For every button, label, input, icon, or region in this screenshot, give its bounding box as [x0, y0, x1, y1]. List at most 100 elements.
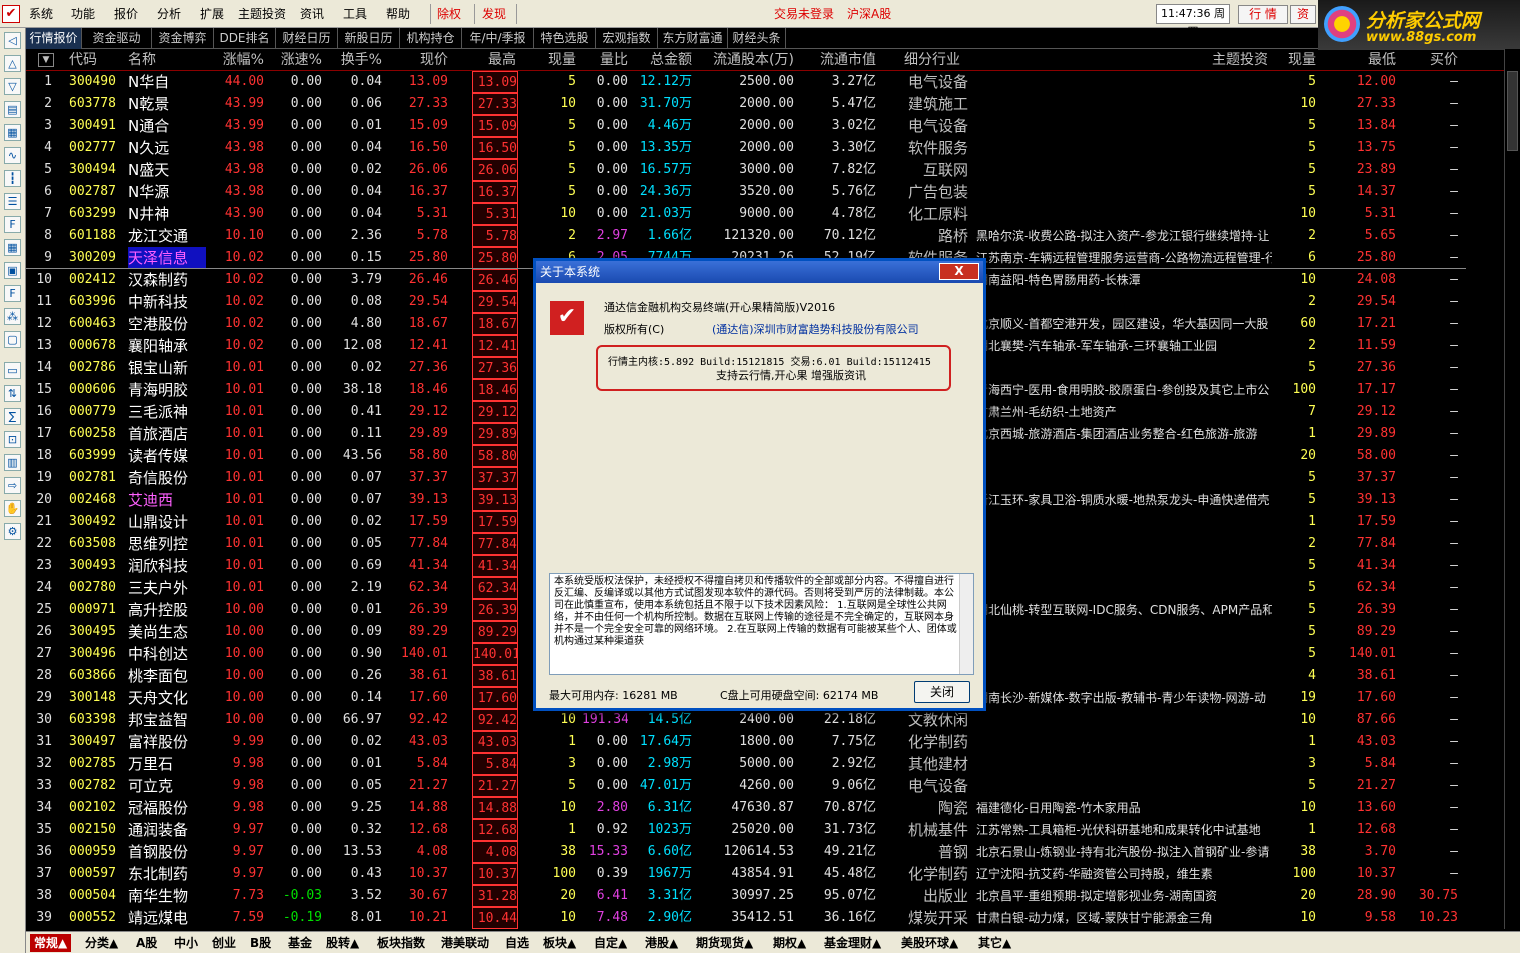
menu-discover[interactable]: 发现 — [482, 0, 506, 28]
bottom-tab[interactable]: 板块▲ — [539, 934, 580, 952]
bottom-tab[interactable]: 自定▲ — [590, 934, 631, 952]
col-volume[interactable]: 现量 — [526, 49, 576, 71]
bottom-tab[interactable]: 期权▲ — [769, 934, 810, 952]
table-row[interactable]: 32 002785 万里石 9.98 0.00 0.01 5.84 5.84 3 0.00 2.98… — [26, 753, 1506, 775]
col-float-shares[interactable]: 流通股本(万) — [698, 49, 794, 71]
arrow-left-icon[interactable]: ◁ — [4, 32, 21, 49]
table-row[interactable]: 4 002777 N久远 43.98 0.00 0.04 16.50 16.50 5 0.00 13… — [26, 137, 1506, 159]
bottom-tab[interactable]: 创业 — [208, 934, 240, 952]
info-button[interactable]: 资 — [1290, 5, 1316, 24]
license-scrollbar[interactable] — [959, 574, 973, 674]
col-low[interactable]: 最低 — [1336, 49, 1396, 71]
gear-icon[interactable]: ⚙ — [4, 523, 21, 540]
col-float-mktcap[interactable]: 流通市值 — [800, 49, 876, 71]
app-logo-icon[interactable]: ✔ — [2, 5, 20, 23]
tab-inst-holdings[interactable]: 机构持仓 — [400, 28, 462, 49]
tab-reports[interactable]: 年/中/季报 — [462, 28, 534, 49]
list-icon[interactable]: ☰ — [4, 193, 21, 210]
line-chart-icon[interactable]: ∿ — [4, 147, 21, 164]
menu-function[interactable]: 功能 — [71, 0, 95, 28]
tab-fund-game[interactable]: 资金博弈 — [152, 28, 214, 49]
arrow-down-icon[interactable]: ▽ — [4, 78, 21, 95]
menu-system[interactable]: 系统 — [29, 0, 53, 28]
table-row[interactable]: 30 603398 邦宝益智 10.00 0.00 66.97 92.42 92.42 10 19… — [26, 709, 1506, 731]
grid-icon[interactable]: ▦ — [4, 239, 21, 256]
tab-fin-calendar[interactable]: 财经日历 — [276, 28, 338, 49]
sort-icon[interactable]: ⇅ — [4, 385, 21, 402]
bottom-tab[interactable]: 基金理财▲ — [820, 934, 885, 952]
quote-button[interactable]: 行 情 — [1238, 5, 1288, 24]
calendar-icon[interactable]: ▥ — [4, 454, 21, 471]
bottom-tab[interactable]: 港股▲ — [641, 934, 682, 952]
col-turnover[interactable]: 换手% — [326, 49, 382, 71]
index-icon[interactable]: ⁂ — [4, 308, 21, 325]
bottom-tab[interactable]: 板块指数 — [373, 934, 429, 952]
bottom-tab[interactable]: 股转▲ — [322, 934, 363, 952]
table-row[interactable]: 6 002787 N华源 43.98 0.00 0.04 16.37 16.37 5 0.00 24… — [26, 181, 1506, 203]
menu-analysis[interactable]: 分析 — [157, 0, 181, 28]
table-row[interactable]: 5 300494 N盛天 43.98 0.00 0.02 26.06 26.06 5 0.00 16… — [26, 159, 1506, 181]
table-row[interactable]: 7 603299 N井神 43.90 0.00 0.04 5.31 5.31 10 0.00 21.… — [26, 203, 1506, 225]
tab-headlines[interactable]: 财经头条 — [728, 28, 786, 49]
bottom-tab[interactable]: 港美联动 — [437, 934, 493, 952]
bottom-tab[interactable]: 中小 — [170, 934, 202, 952]
col-theme[interactable]: 主题投资 — [1176, 49, 1268, 71]
col-code[interactable]: 代码 — [69, 49, 97, 71]
menu-tools[interactable]: 工具 — [343, 0, 367, 28]
bottom-tab[interactable]: 美股环球▲ — [897, 934, 962, 952]
col-curvol[interactable]: 现量 — [1276, 49, 1316, 71]
bottom-tab[interactable]: 常规▲ — [30, 934, 72, 952]
col-bid[interactable]: 买价 — [1406, 49, 1458, 71]
tab-ipo-calendar[interactable]: 新股日历 — [338, 28, 400, 49]
col-name[interactable]: 名称 — [128, 49, 156, 71]
menu-theme[interactable]: 主题投资 — [238, 0, 286, 28]
table-row[interactable]: 39 000552 靖远煤电 7.59 -0.19 8.01 10.21 10.44 10 7.4… — [26, 907, 1506, 929]
select-icon[interactable]: ⊡ — [4, 431, 21, 448]
column-menu-icon[interactable]: ▼ — [38, 53, 54, 67]
dialog-close-button[interactable]: X — [939, 263, 979, 280]
folder-icon[interactable]: ▭ — [4, 362, 21, 379]
close-button[interactable]: 关闭 — [914, 681, 970, 703]
bottom-tab[interactable]: 自选 — [501, 934, 533, 952]
tab-macro[interactable]: 宏观指数 — [596, 28, 658, 49]
vertical-scrollbar[interactable] — [1504, 49, 1520, 929]
table-row[interactable]: 3 300491 N通合 43.99 0.00 0.01 15.09 15.09 5 0.00 4.… — [26, 115, 1506, 137]
scrollbar-thumb[interactable] — [1507, 71, 1518, 151]
table-icon[interactable]: ▦ — [4, 124, 21, 141]
bottom-tab[interactable]: 基金 — [284, 934, 316, 952]
license-textbox[interactable]: 本系统受版权法保护，未经授权不得擅自拷贝和传播软件的全部或部分内容。不得擅自进行… — [549, 573, 974, 675]
col-high[interactable]: 最高 — [456, 49, 516, 71]
export-icon[interactable]: ⇨ — [4, 477, 21, 494]
table-row[interactable]: 1 300490 N华自 44.00 0.00 0.04 13.09 13.09 5 0.00 12… — [26, 71, 1506, 93]
tab-quotes[interactable]: 行情报价 — [26, 28, 82, 49]
hand-icon[interactable]: ✋ — [4, 500, 21, 517]
arrow-up-icon[interactable]: △ — [4, 55, 21, 72]
table-row[interactable]: 36 000959 首钢股份 9.97 0.00 13.53 4.08 4.08 38 15.33… — [26, 841, 1506, 863]
panel-icon[interactable]: ▣ — [4, 262, 21, 279]
kline-icon[interactable]: ┇ — [4, 170, 21, 187]
tab-dde[interactable]: DDE排名 — [214, 28, 276, 49]
menu-news[interactable]: 资讯 — [300, 0, 324, 28]
trade-status[interactable]: 交易未登录 — [774, 0, 834, 28]
bottom-tab[interactable]: B股 — [246, 934, 275, 952]
f10-icon[interactable]: F — [4, 216, 21, 233]
market-selector[interactable]: 沪深A股 — [847, 0, 891, 28]
bottom-tab[interactable]: 分类▲ — [81, 934, 122, 952]
formula-icon[interactable]: ∑ — [4, 408, 21, 425]
tab-feature-picks[interactable]: 特色选股 — [534, 28, 596, 49]
menu-quote[interactable]: 报价 — [114, 0, 138, 28]
col-change[interactable]: 涨幅% — [206, 49, 264, 71]
bottom-tab[interactable]: 期货现货▲ — [692, 934, 757, 952]
col-volratio[interactable]: 量比 — [582, 49, 628, 71]
table-row[interactable]: 35 002150 通润装备 9.97 0.00 0.32 12.68 12.68 1 0.92 1… — [26, 819, 1506, 841]
tab-fund-drive[interactable]: 资金驱动 — [82, 28, 152, 49]
bottom-tab[interactable]: 其它▲ — [974, 934, 1015, 952]
report-icon[interactable]: ▤ — [4, 101, 21, 118]
col-price[interactable]: 现价 — [388, 49, 448, 71]
col-amount[interactable]: 总金额 — [632, 49, 692, 71]
table-row[interactable]: 34 002102 冠福股份 9.98 0.00 9.25 14.88 14.88 10 2.80… — [26, 797, 1506, 819]
table-row[interactable]: 37 000597 东北制药 9.97 0.00 0.43 10.37 10.37 100 0.3… — [26, 863, 1506, 885]
col-industry[interactable]: 细分行业 — [904, 49, 960, 71]
window-icon[interactable]: ▢ — [4, 331, 21, 348]
menu-extend[interactable]: 扩展 — [200, 0, 224, 28]
